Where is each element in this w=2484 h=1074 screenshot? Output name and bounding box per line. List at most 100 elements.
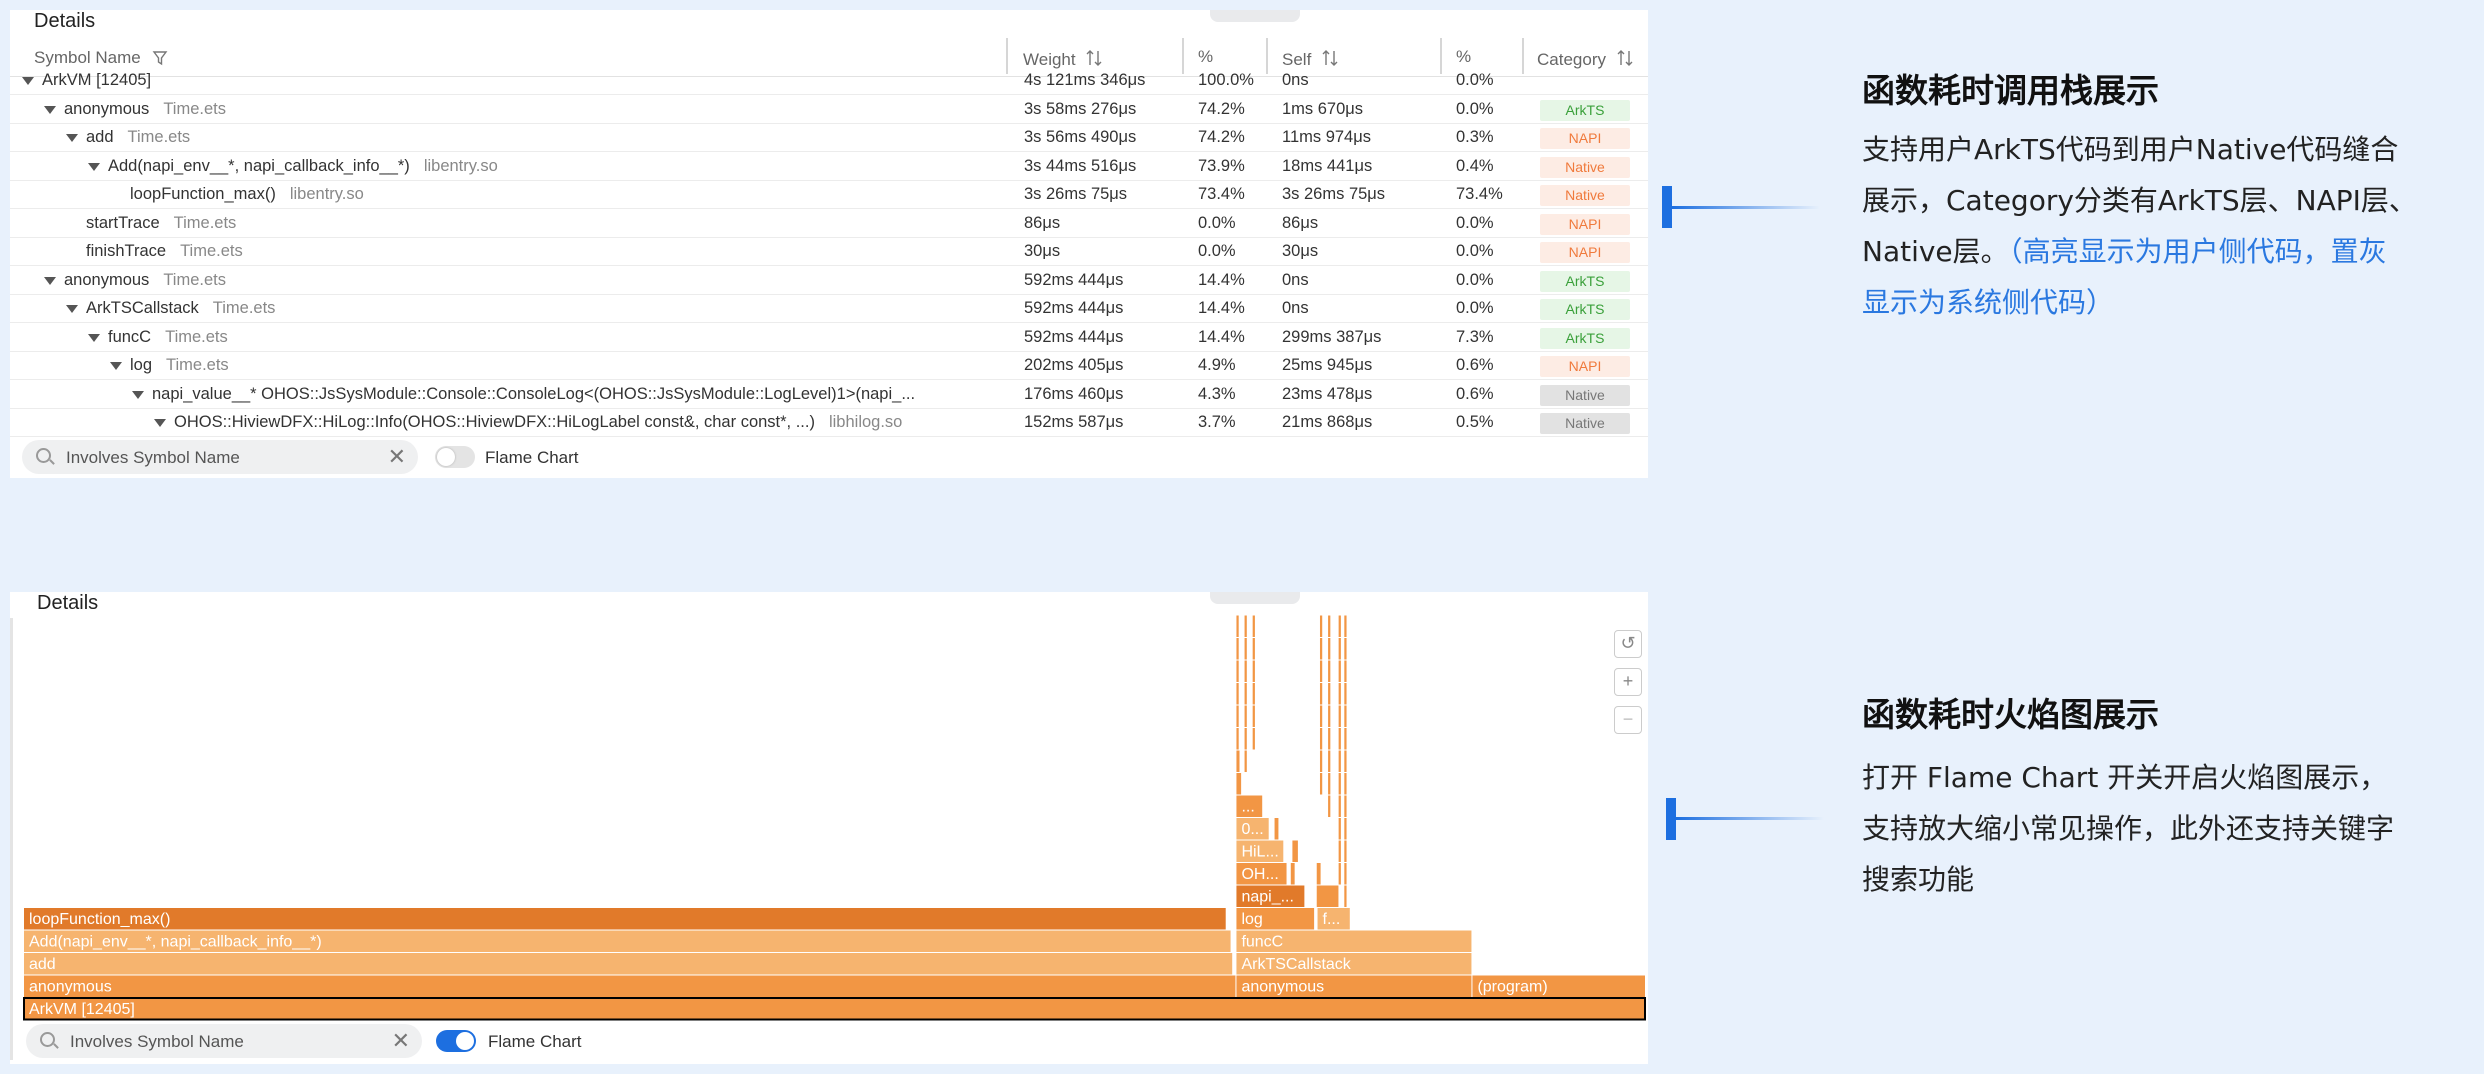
flame-frame[interactable] <box>1344 638 1347 660</box>
flame-frame[interactable] <box>1338 773 1341 795</box>
flame-frame[interactable] <box>1244 683 1247 705</box>
flame-frame[interactable] <box>1344 728 1347 750</box>
flame-frame[interactable] <box>1344 840 1347 863</box>
flame-frame[interactable] <box>1274 818 1279 840</box>
flame-frame[interactable] <box>1344 705 1347 728</box>
symbol-search-input[interactable]: Involves Symbol Name ✕ <box>22 440 418 474</box>
flame-frame[interactable] <box>1319 705 1323 728</box>
filter-icon[interactable] <box>152 50 168 66</box>
flame-frame[interactable] <box>1344 773 1347 795</box>
symbol-search-input[interactable]: Involves Symbol Name ✕ <box>26 1024 422 1058</box>
flame-frame[interactable]: anonymous <box>1236 975 1472 998</box>
flame-frame[interactable]: funcC <box>1236 930 1472 953</box>
expand-chevron-icon[interactable] <box>22 77 34 85</box>
expand-chevron-icon[interactable] <box>154 419 166 427</box>
flame-frame[interactable] <box>1319 750 1323 773</box>
flame-frame[interactable] <box>1328 705 1331 728</box>
flame-frame[interactable] <box>1252 728 1255 750</box>
expand-chevron-icon[interactable] <box>44 105 56 114</box>
flame-frame[interactable] <box>1344 660 1347 683</box>
flame-frame[interactable] <box>1244 750 1247 773</box>
sort-icon[interactable] <box>1085 49 1103 67</box>
flame-frame[interactable] <box>1319 728 1323 750</box>
flame-frame[interactable] <box>1292 840 1298 863</box>
expand-chevron-icon[interactable] <box>88 333 100 342</box>
flame-frame[interactable] <box>1338 615 1341 638</box>
table-row[interactable]: ArkTSCallstack Time.ets 592ms 444μs 14.4% 0n… <box>10 294 1648 323</box>
zoom-out-icon[interactable]: − <box>1614 706 1642 734</box>
flame-frame[interactable]: ... <box>1236 795 1263 818</box>
flame-frame[interactable]: log <box>1236 908 1315 930</box>
flame-frame[interactable] <box>1319 660 1323 683</box>
table-row[interactable]: anonymous Time.ets 3s 58ms 276μs 74.2% 1ms 6… <box>10 95 1648 124</box>
flame-frame[interactable]: anonymous <box>24 975 1236 998</box>
flame-frame[interactable] <box>1328 660 1331 683</box>
table-row[interactable]: funcC Time.ets 592ms 444μs 14.4% 299ms 387μs… <box>10 323 1648 352</box>
flame-frame[interactable] <box>1328 773 1331 795</box>
flame-frame[interactable] <box>1338 638 1341 660</box>
flame-frame[interactable]: napi_... <box>1236 885 1305 908</box>
flame-frame[interactable] <box>1252 638 1255 660</box>
panel-resize-handle[interactable] <box>1210 10 1300 22</box>
flame-chart-toggle[interactable] <box>436 1030 476 1052</box>
flame-frame[interactable] <box>1252 615 1255 638</box>
flame-frame[interactable]: Add(napi_env__*, napi_callback_info__*) <box>24 930 1231 953</box>
flame-frame[interactable] <box>1319 615 1323 638</box>
flame-frame[interactable] <box>1316 885 1339 908</box>
col-symbol-name[interactable]: Symbol Name <box>34 47 167 68</box>
flame-frame[interactable]: OH... <box>1236 863 1287 885</box>
flame-frame[interactable] <box>1236 750 1240 773</box>
flame-frame[interactable]: add <box>24 953 1233 975</box>
flame-frame[interactable] <box>1338 840 1341 863</box>
flame-frame[interactable] <box>1236 683 1239 705</box>
zoom-in-icon[interactable]: + <box>1614 668 1642 696</box>
flame-frame[interactable] <box>1338 705 1341 728</box>
flame-frame[interactable] <box>1338 750 1341 773</box>
flame-chart[interactable]: ArkVM [12405] anonymous anonymous (program)… <box>10 592 1648 1064</box>
flame-frame[interactable] <box>1244 660 1247 683</box>
clear-icon[interactable]: ✕ <box>388 444 406 470</box>
flame-frame[interactable] <box>1319 773 1323 795</box>
expand-chevron-icon[interactable] <box>110 362 122 370</box>
table-row[interactable]: napi_value__* OHOS::JsSysModule::Console… <box>10 380 1648 409</box>
table-row[interactable]: log Time.ets 202ms 405μs 4.9% 25ms 945μs 0.6%… <box>10 351 1648 380</box>
flame-frame[interactable] <box>1252 705 1255 728</box>
flame-frame[interactable] <box>1328 638 1331 660</box>
flame-frame[interactable] <box>1244 638 1247 660</box>
flame-frame[interactable] <box>1344 795 1347 818</box>
flame-frame[interactable] <box>1338 863 1341 885</box>
flame-frame[interactable] <box>1319 683 1323 705</box>
flame-frame[interactable] <box>1252 683 1255 705</box>
flame-frame[interactable] <box>1236 705 1239 728</box>
flame-frame[interactable]: 0... <box>1236 818 1269 840</box>
table-row[interactable]: anonymous Time.ets 592ms 444μs 14.4% 0ns 0.0%… <box>10 266 1648 295</box>
flame-frame[interactable] <box>1328 795 1331 818</box>
flame-frame[interactable] <box>1252 660 1255 683</box>
col-self-pct[interactable]: % <box>1456 47 1471 67</box>
table-row[interactable]: add Time.ets 3s 56ms 490μs 74.2% 11ms 974μs 0… <box>10 123 1648 152</box>
flame-chart-toggle[interactable] <box>435 446 475 468</box>
col-weight-pct[interactable]: % <box>1198 47 1213 67</box>
sort-icon[interactable] <box>1616 49 1634 67</box>
expand-chevron-icon[interactable] <box>66 305 78 313</box>
expand-chevron-icon[interactable] <box>44 276 56 285</box>
flame-frame[interactable] <box>1328 750 1331 773</box>
flame-frame[interactable] <box>1244 615 1247 638</box>
flame-root-frame[interactable]: ArkVM [12405] <box>23 997 1646 1021</box>
expand-chevron-icon[interactable] <box>66 134 78 142</box>
flame-frame[interactable] <box>1236 638 1239 660</box>
table-row[interactable]: Add(napi_env__*, napi_callback_info__*) l… <box>10 152 1648 181</box>
flame-frame[interactable] <box>1338 728 1341 750</box>
flame-frame[interactable]: loopFunction_max() <box>24 908 1226 930</box>
flame-frame[interactable] <box>1344 683 1347 705</box>
flame-frame[interactable] <box>1319 638 1323 660</box>
flame-frame[interactable] <box>1338 683 1341 705</box>
table-row[interactable]: ArkVM [12405] 4s 121ms 346μs 100.0% 0ns 0.0% <box>10 66 1648 95</box>
flame-frame[interactable] <box>1344 750 1347 773</box>
flame-frame[interactable] <box>1236 615 1239 638</box>
flame-frame[interactable]: (program) <box>1472 975 1645 998</box>
table-row[interactable]: loopFunction_max() libentry.so 3s 26ms 75μ… <box>10 180 1648 209</box>
table-row[interactable]: startTrace Time.ets 86μs 0.0% 86μs 0.0% NAPI <box>10 209 1648 238</box>
table-row[interactable]: finishTrace Time.ets 30μs 0.0% 30μs 0.0% NAPI <box>10 237 1648 266</box>
flame-frame[interactable] <box>1338 660 1341 683</box>
